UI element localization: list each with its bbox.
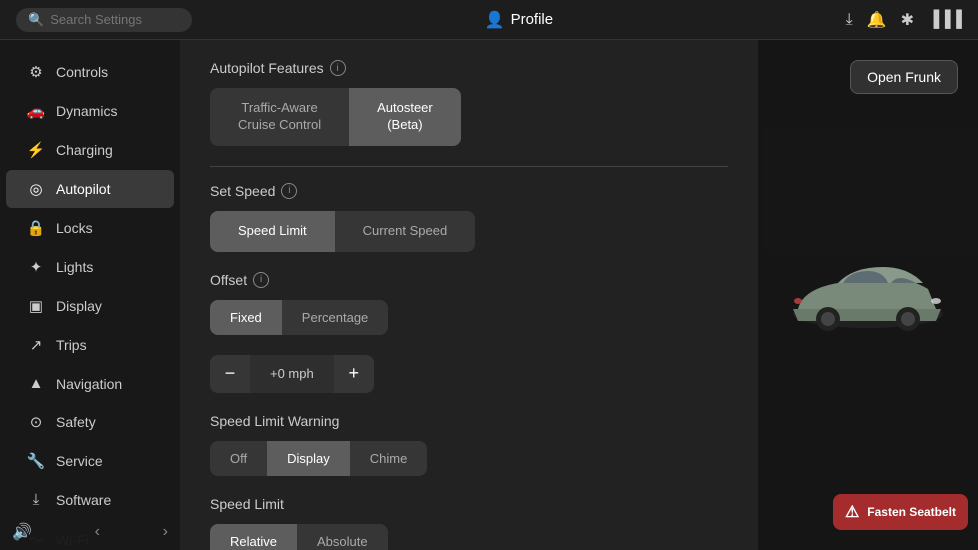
percentage-button[interactable]: Percentage xyxy=(282,300,389,335)
sidebar-item-charging[interactable]: ⚡ Charging xyxy=(6,131,174,169)
offset-title: Offset i xyxy=(210,272,728,288)
search-box[interactable]: 🔍 xyxy=(16,8,192,32)
current-speed-button[interactable]: Current Speed xyxy=(335,211,476,252)
warning-chime-button[interactable]: Chime xyxy=(350,441,428,476)
nav-next-icon[interactable]: › xyxy=(163,523,168,541)
top-bar-left: 🔍 xyxy=(16,8,192,32)
sidebar-item-autopilot[interactable]: ◎ Autopilot xyxy=(6,170,174,208)
warning-display-button[interactable]: Display xyxy=(267,441,350,476)
divider-1 xyxy=(210,166,728,167)
sidebar-item-software[interactable]: ⤓ Software xyxy=(6,481,174,518)
sidebar-item-lights[interactable]: ✦ Lights xyxy=(6,248,174,286)
content-area: Autopilot Features i Traffic-AwareCruise… xyxy=(180,40,758,550)
top-bar: 🔍 👤 Profile ⤓ 🔔 ✱ ▐▐▐ xyxy=(0,0,978,40)
fasten-seatbelt-alert: ⚠ Fasten Seatbelt xyxy=(833,494,968,530)
autopilot-features-info-icon[interactable]: i xyxy=(330,60,346,76)
safety-icon: ⊙ xyxy=(26,413,46,431)
bottom-bar: 🔊 ‹ › xyxy=(0,514,180,550)
sidebar-label-navigation: Navigation xyxy=(56,376,122,392)
service-icon: 🔧 xyxy=(26,452,46,470)
sidebar-item-controls[interactable]: ⚙ Controls xyxy=(6,53,174,91)
right-panel: Open Frunk xyxy=(758,40,978,550)
fixed-button[interactable]: Fixed xyxy=(210,300,282,335)
signal-icon: ▐▐▐ xyxy=(928,11,962,29)
autosteer-button[interactable]: Autosteer(Beta) xyxy=(349,88,461,146)
sidebar-label-service: Service xyxy=(56,453,103,469)
stepper-minus-button[interactable]: − xyxy=(210,355,250,393)
volume-icon[interactable]: 🔊 xyxy=(12,522,32,542)
sidebar-item-dynamics[interactable]: 🚗 Dynamics xyxy=(6,92,174,130)
stepper-plus-button[interactable]: + xyxy=(334,355,374,393)
open-frunk-button[interactable]: Open Frunk xyxy=(850,60,958,94)
sidebar-label-trips: Trips xyxy=(56,337,87,353)
warning-off-button[interactable]: Off xyxy=(210,441,267,476)
speed-limit-button[interactable]: Speed Limit xyxy=(210,211,335,252)
lights-icon: ✦ xyxy=(26,258,46,276)
offset-stepper: − +0 mph + xyxy=(210,355,728,393)
bluetooth-icon[interactable]: ✱ xyxy=(901,10,914,30)
sidebar-label-display: Display xyxy=(56,298,102,314)
autopilot-icon: ◎ xyxy=(26,180,46,198)
sidebar-label-autopilot: Autopilot xyxy=(56,181,110,197)
set-speed-toggle: Speed Limit Current Speed xyxy=(210,211,728,252)
car-illustration xyxy=(778,249,958,339)
search-input[interactable] xyxy=(50,12,180,27)
speed-limit-toggle: Relative Absolute xyxy=(210,524,728,550)
relative-button[interactable]: Relative xyxy=(210,524,297,550)
charging-icon: ⚡ xyxy=(26,141,46,159)
set-speed-title: Set Speed i xyxy=(210,183,728,199)
speed-limit-title: Speed Limit xyxy=(210,496,728,512)
fasten-seatbelt-label: Fasten Seatbelt xyxy=(867,505,956,519)
offset-info-icon[interactable]: i xyxy=(253,272,269,288)
traffic-aware-cruise-button[interactable]: Traffic-AwareCruise Control xyxy=(210,88,349,146)
stepper-value: +0 mph xyxy=(250,355,334,393)
sidebar-item-safety[interactable]: ⊙ Safety xyxy=(6,403,174,441)
sidebar: ⚙ Controls 🚗 Dynamics ⚡ Charging ◎ Autop… xyxy=(0,40,180,550)
sidebar-label-dynamics: Dynamics xyxy=(56,103,117,119)
controls-icon: ⚙ xyxy=(26,63,46,81)
sidebar-item-trips[interactable]: ↗ Trips xyxy=(6,326,174,364)
trips-icon: ↗ xyxy=(26,336,46,354)
download-icon[interactable]: ⤓ xyxy=(846,11,853,29)
main-layout: ⚙ Controls 🚗 Dynamics ⚡ Charging ◎ Autop… xyxy=(0,40,978,550)
seatbelt-icon: ⚠ xyxy=(845,502,859,522)
navigation-icon: ▲ xyxy=(26,375,46,392)
autopilot-features-toggle: Traffic-AwareCruise Control Autosteer(Be… xyxy=(210,88,728,146)
sidebar-label-charging: Charging xyxy=(56,142,113,158)
sidebar-label-locks: Locks xyxy=(56,220,93,236)
sidebar-item-navigation[interactable]: ▲ Navigation xyxy=(6,365,174,402)
nav-prev-icon[interactable]: ‹ xyxy=(95,523,100,541)
sidebar-item-display[interactable]: ▣ Display xyxy=(6,287,174,325)
sidebar-label-software: Software xyxy=(56,492,111,508)
dynamics-icon: 🚗 xyxy=(26,102,46,120)
autopilot-features-title: Autopilot Features i xyxy=(210,60,728,76)
search-icon: 🔍 xyxy=(28,12,44,28)
offset-toggle: Fixed Percentage xyxy=(210,300,728,335)
sidebar-label-controls: Controls xyxy=(56,64,108,80)
sidebar-label-safety: Safety xyxy=(56,414,96,430)
top-bar-icons: ⤓ 🔔 ✱ ▐▐▐ xyxy=(846,10,962,30)
bell-icon[interactable]: 🔔 xyxy=(867,10,887,30)
set-speed-info-icon[interactable]: i xyxy=(281,183,297,199)
locks-icon: 🔒 xyxy=(26,219,46,237)
top-bar-center: 👤 Profile xyxy=(485,10,553,30)
profile-icon: 👤 xyxy=(485,10,505,30)
speed-limit-warning-toggle: Off Display Chime xyxy=(210,441,728,476)
software-icon: ⤓ xyxy=(26,491,46,508)
absolute-button[interactable]: Absolute xyxy=(297,524,388,550)
display-icon: ▣ xyxy=(26,297,46,315)
speed-limit-warning-title: Speed Limit Warning xyxy=(210,413,728,429)
profile-button[interactable]: Profile xyxy=(511,11,554,28)
sidebar-item-service[interactable]: 🔧 Service xyxy=(6,442,174,480)
sidebar-label-lights: Lights xyxy=(56,259,93,275)
sidebar-item-locks[interactable]: 🔒 Locks xyxy=(6,209,174,247)
